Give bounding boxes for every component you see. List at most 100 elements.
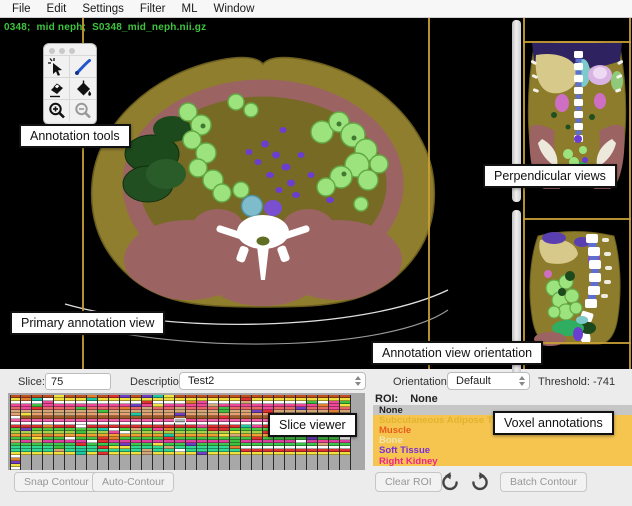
batch-contour-button[interactable]: Batch Contour: [500, 472, 587, 492]
slice-cell[interactable]: [186, 452, 196, 455]
slice-column[interactable]: [10, 395, 21, 470]
slice-cell[interactable]: [241, 452, 251, 455]
slice-cell[interactable]: [76, 452, 86, 455]
magic-wand-tool-button[interactable]: [44, 55, 70, 77]
slice-cell[interactable]: [208, 452, 218, 455]
slice-cell[interactable]: [219, 452, 229, 455]
zoom-in-tool-button[interactable]: [44, 99, 70, 121]
slice-column[interactable]: [252, 395, 263, 470]
slice-cell[interactable]: [43, 452, 53, 455]
slice-column[interactable]: [21, 395, 32, 470]
slice-cell[interactable]: [54, 452, 64, 455]
threshold-label: Threshold: -741: [538, 376, 615, 388]
roi-list-item[interactable]: Soft Tissue: [373, 446, 632, 456]
fill-bucket-tool-button[interactable]: [70, 77, 96, 99]
brush-tool-button[interactable]: [70, 55, 96, 77]
slice-column[interactable]: [230, 395, 241, 470]
slice-column[interactable]: [197, 395, 208, 470]
stepper-icon: [355, 376, 361, 386]
slice-column[interactable]: [87, 395, 98, 470]
slice-label: Slice:: [18, 376, 45, 388]
slice-cell[interactable]: [164, 452, 174, 455]
menu-item-ml[interactable]: ML: [173, 2, 205, 16]
perpendicular-views-callout: Perpendicular views: [483, 164, 617, 188]
perp-frame-right: [629, 18, 631, 369]
slice-cell[interactable]: [307, 452, 317, 455]
redo-icon: [469, 471, 491, 493]
roi-list-item[interactable]: Bone: [373, 436, 632, 446]
zoom-in-icon: [47, 101, 67, 121]
slice-cell[interactable]: [285, 452, 295, 455]
auto-contour-button[interactable]: Auto-Contour: [92, 472, 174, 492]
description-value: Test2: [188, 375, 355, 387]
slice-column[interactable]: [241, 395, 252, 470]
redo-button[interactable]: [467, 469, 493, 495]
slice-cell[interactable]: [153, 452, 163, 455]
slice-cell[interactable]: [252, 452, 262, 455]
slice-cell[interactable]: [263, 452, 273, 455]
slice-cell[interactable]: [21, 452, 31, 455]
slice-cell[interactable]: [274, 452, 284, 455]
description-select[interactable]: Test2: [179, 372, 366, 390]
magic-wand-icon: [47, 57, 67, 77]
menu-item-settings[interactable]: Settings: [74, 2, 132, 16]
eraser-tool-button[interactable]: [44, 77, 70, 99]
slice-cell[interactable]: [340, 452, 350, 455]
menu-item-edit[interactable]: Edit: [39, 2, 75, 16]
slice-column[interactable]: [131, 395, 142, 470]
slice-cell[interactable]: [109, 452, 119, 455]
slice-column[interactable]: [175, 395, 186, 470]
slice-column[interactable]: [120, 395, 131, 470]
orientation-label: Orientation:: [393, 376, 450, 388]
slice-cell[interactable]: [175, 452, 185, 455]
slice-column[interactable]: [186, 395, 197, 470]
slice-column[interactable]: [65, 395, 76, 470]
undo-button[interactable]: [437, 469, 463, 495]
menu-item-filter[interactable]: Filter: [132, 2, 174, 16]
volume-status-text: 0348; mid neph; S0348_mid_neph.nii.gz: [4, 22, 206, 33]
slice-cell[interactable]: [197, 452, 207, 455]
zoom-out-tool-button[interactable]: [70, 99, 96, 121]
slice-cell[interactable]: [120, 452, 130, 455]
slice-column[interactable]: [98, 395, 109, 470]
roi-list-item[interactable]: Right Kidney: [373, 456, 632, 466]
slice-cell[interactable]: [131, 452, 141, 455]
snap-contour-button[interactable]: Snap Contour: [14, 472, 99, 492]
slice-column[interactable]: [54, 395, 65, 470]
sagittal-slice-line-top: [523, 218, 631, 220]
slice-column[interactable]: [43, 395, 54, 470]
palette-window-dots: [44, 44, 96, 55]
slice-column[interactable]: [109, 395, 120, 470]
menu-item-file[interactable]: File: [4, 2, 39, 16]
slice-column[interactable]: [153, 395, 164, 470]
slice-column[interactable]: [76, 395, 87, 470]
slice-cell[interactable]: [87, 452, 97, 455]
slice-cell[interactable]: [11, 467, 20, 470]
slice-column[interactable]: [142, 395, 153, 470]
slice-column[interactable]: [219, 395, 230, 470]
annotation-tools-callout: Annotation tools: [19, 124, 131, 148]
application-window: FileEditSettingsFilterMLWindow 0348; mid…: [0, 0, 632, 506]
slice-cell[interactable]: [32, 452, 42, 455]
slice-column[interactable]: [32, 395, 43, 470]
menu-bar: FileEditSettingsFilterMLWindow: [0, 0, 632, 18]
clear-roi-button[interactable]: Clear ROI: [375, 472, 442, 492]
slice-column[interactable]: [164, 395, 175, 470]
brush-icon: [73, 57, 93, 77]
slice-cell[interactable]: [230, 452, 240, 455]
window-dot[interactable]: [59, 48, 65, 54]
undo-icon: [439, 471, 461, 493]
slice-cell[interactable]: [98, 452, 108, 455]
slice-cell[interactable]: [318, 452, 328, 455]
orientation-select[interactable]: Default: [447, 372, 530, 390]
threshold-value: -741: [593, 376, 615, 388]
slice-cell[interactable]: [296, 452, 306, 455]
slice-column[interactable]: [208, 395, 219, 470]
slice-cell[interactable]: [65, 452, 75, 455]
window-dot[interactable]: [49, 48, 55, 54]
menu-item-window[interactable]: Window: [205, 2, 262, 16]
slice-cell[interactable]: [329, 452, 339, 455]
slice-cell[interactable]: [142, 452, 152, 455]
slice-input[interactable]: [45, 373, 111, 390]
window-dot[interactable]: [69, 48, 75, 54]
